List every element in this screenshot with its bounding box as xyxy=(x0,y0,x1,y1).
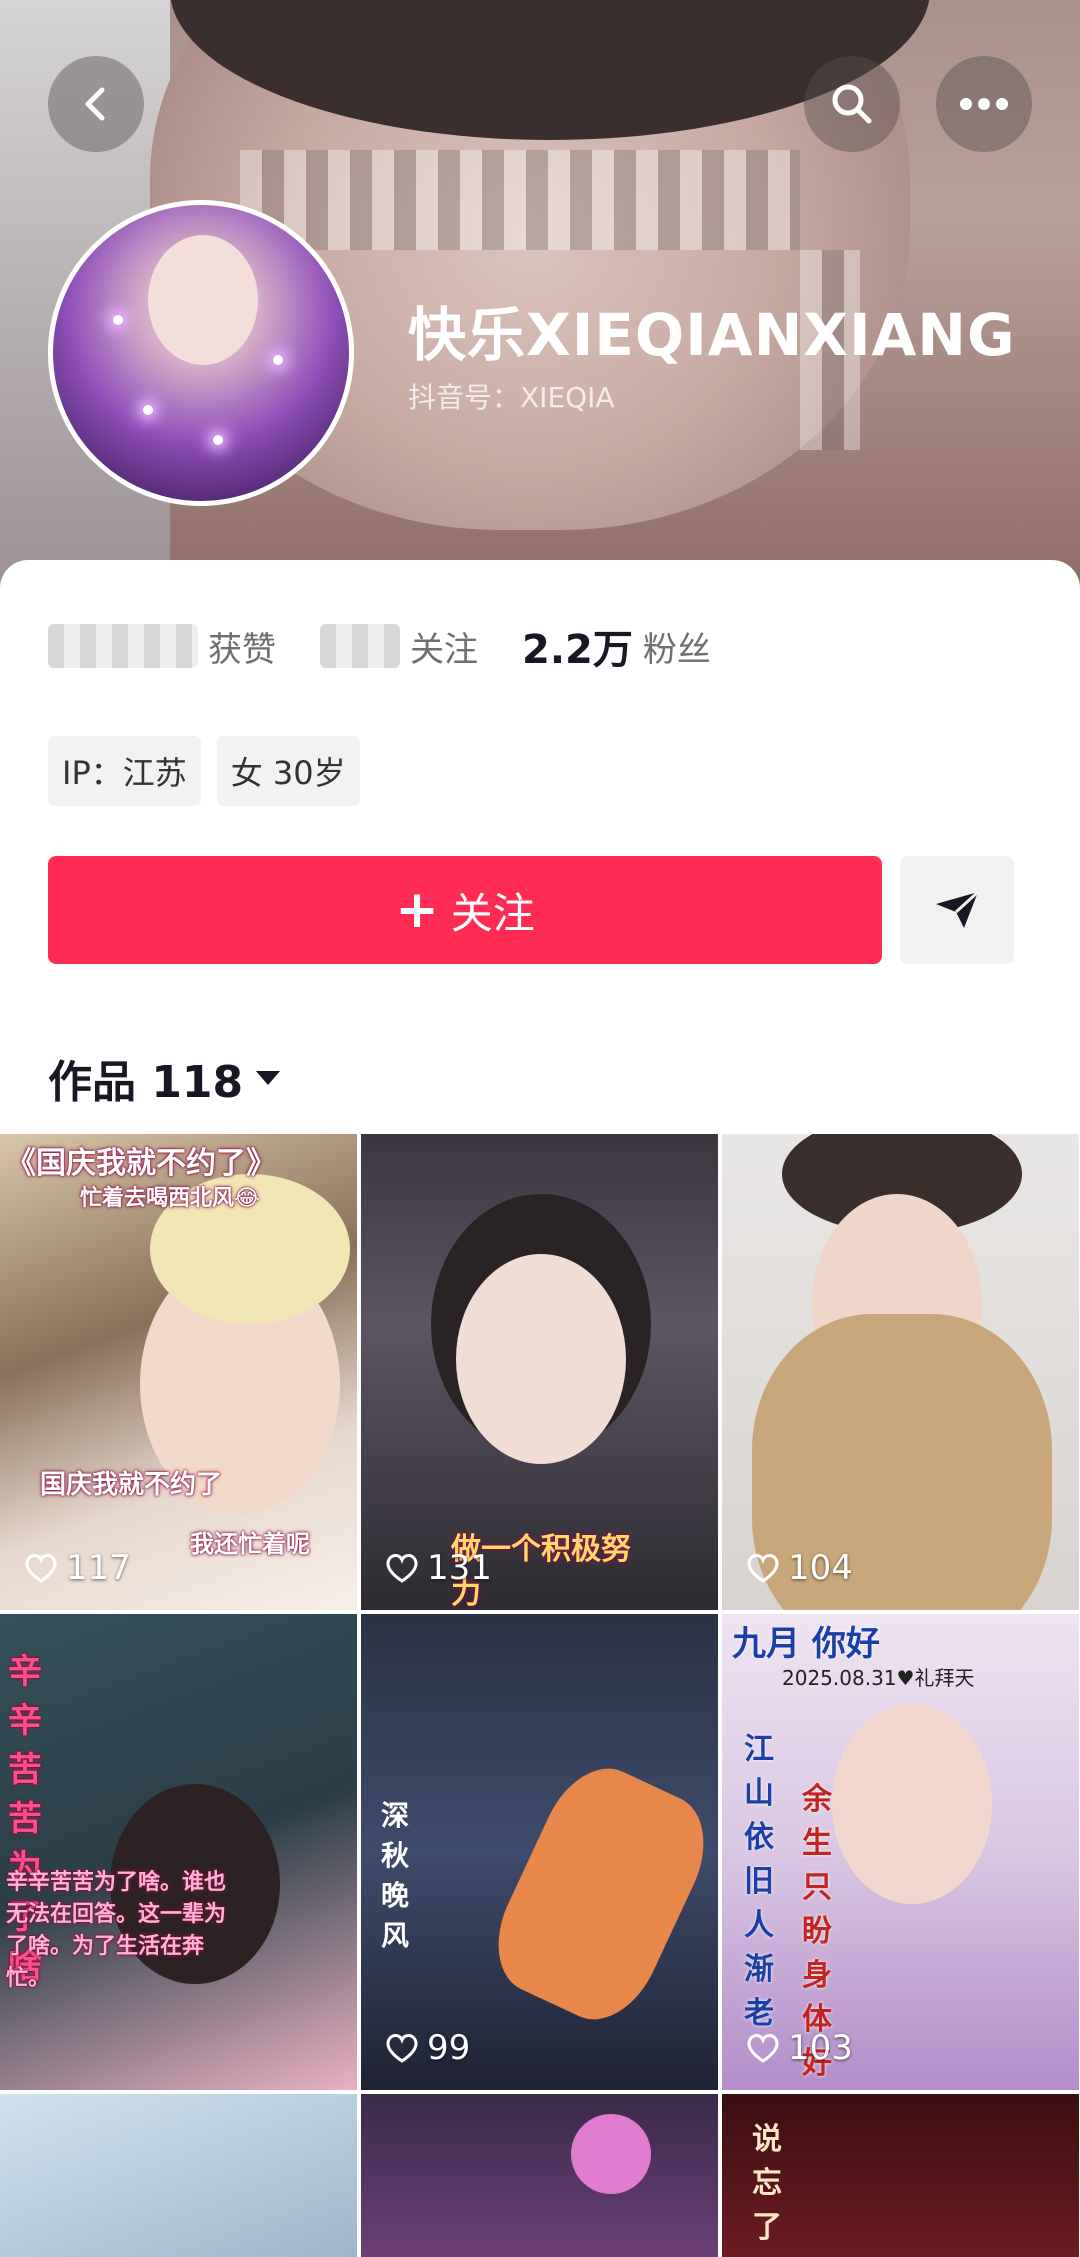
video-caption: 辛辛苦苦为了啥。谁也无法在回答。这一辈为了啥。为了生活在奔忙。 xyxy=(6,1870,227,1991)
sparkle xyxy=(213,435,223,445)
followers-count[interactable]: 2.2万 xyxy=(522,617,633,675)
likes-count: 99 xyxy=(427,2028,471,2068)
sparkle xyxy=(273,355,283,365)
video-thumbnail[interactable]: 说忘了 xyxy=(722,2094,1079,2257)
video-thumbnail[interactable]: 做一个积极努力 131 xyxy=(361,1134,718,1610)
video-caption: 国庆我就不约了 xyxy=(40,1470,223,1500)
followers-label[interactable]: 粉丝 xyxy=(643,622,711,671)
video-thumbnail[interactable] xyxy=(0,2094,357,2257)
video-caption: 九月 你好 xyxy=(732,1624,880,1664)
video-caption: 2025.08.31♥礼拜天 xyxy=(782,1666,975,1690)
heart-icon xyxy=(747,2034,779,2063)
video-caption: 说忘了 xyxy=(752,2122,782,2245)
more-dots-icon xyxy=(960,98,1008,110)
profile-nickname: 快乐XIEQIANXIANG xyxy=(408,301,1016,369)
follow-button[interactable]: + 关注 xyxy=(48,856,882,964)
following-label[interactable]: 关注 xyxy=(410,622,478,671)
thumb-leaf xyxy=(477,1751,718,2037)
heart-icon xyxy=(386,1554,418,1583)
video-likes: 104 xyxy=(746,1548,853,1588)
video-likes: 117 xyxy=(24,1548,131,1588)
profile-stats: 获赞 关注 2.2万 粉丝 xyxy=(48,617,745,675)
works-tab[interactable]: 作品 118 xyxy=(48,1046,281,1110)
paper-plane-icon xyxy=(936,890,980,928)
works-label: 作品 118 xyxy=(48,1057,244,1108)
caret-down-icon xyxy=(256,1071,281,1085)
heart-icon xyxy=(747,1554,779,1583)
likes-count: 131 xyxy=(427,1548,492,1588)
video-likes: 99 xyxy=(385,2028,470,2068)
following-count-blurred xyxy=(320,624,400,668)
video-caption: 深秋晚风 xyxy=(381,1799,410,1952)
chevron-left-icon xyxy=(85,87,105,121)
likes-label[interactable]: 获赞 xyxy=(208,622,276,671)
video-likes: 131 xyxy=(385,1548,492,1588)
avatar[interactable] xyxy=(48,200,354,506)
more-button[interactable] xyxy=(936,56,1032,152)
video-thumbnail[interactable]: 辛辛苦苦为了啥 辛辛苦苦为了啥。谁也无法在回答。这一辈为了啥。为了生活在奔忙。 xyxy=(0,1614,357,2090)
video-thumbnail[interactable] xyxy=(361,2094,718,2257)
likes-count-blurred xyxy=(48,624,198,668)
share-button[interactable] xyxy=(900,856,1014,964)
video-thumbnail[interactable]: 104 xyxy=(722,1134,1079,1610)
likes-count: 104 xyxy=(788,1548,853,1588)
video-caption: 江山依旧人渐老 xyxy=(744,1732,774,2031)
follow-label: 关注 xyxy=(450,888,535,938)
avatar-face xyxy=(148,235,258,365)
video-caption: 忙着去喝西北风😂 xyxy=(80,1186,260,1211)
thumb-face xyxy=(832,1704,992,1904)
plus-icon: + xyxy=(395,880,439,940)
sparkle xyxy=(113,315,123,325)
mosaic-blur xyxy=(240,150,800,250)
video-likes: 103 xyxy=(746,2028,853,2068)
search-button[interactable] xyxy=(804,56,900,152)
profile-handle[interactable]: 抖音号：XIEQIA xyxy=(408,376,615,416)
video-caption: 《国庆我就不约了》 xyxy=(6,1146,276,1181)
sparkle xyxy=(143,405,153,415)
video-thumbnail[interactable]: 九月 你好 2025.08.31♥礼拜天 江山依旧人渐老 余生只盼身体好 103 xyxy=(722,1614,1079,2090)
likes-count: 117 xyxy=(66,1548,131,1588)
heart-icon xyxy=(25,1554,57,1583)
video-thumbnail[interactable]: 深秋晚风 99 xyxy=(361,1614,718,2090)
video-thumbnail[interactable]: 《国庆我就不约了》 忙着去喝西北风😂 国庆我就不约了 我还忙着呢 117 xyxy=(0,1134,357,1610)
thumb-flower xyxy=(571,2114,651,2194)
heart-icon xyxy=(386,2034,418,2063)
back-button[interactable] xyxy=(48,56,144,152)
search-icon xyxy=(832,84,872,124)
video-caption: 我还忙着呢 xyxy=(190,1530,310,1558)
ip-tag: IP：江苏 xyxy=(48,736,201,806)
gender-age-tag: 女 30岁 xyxy=(216,736,360,806)
likes-count: 103 xyxy=(788,2028,853,2068)
thumb-face xyxy=(456,1254,626,1464)
profile-tags: IP：江苏 女 30岁 xyxy=(48,736,360,806)
